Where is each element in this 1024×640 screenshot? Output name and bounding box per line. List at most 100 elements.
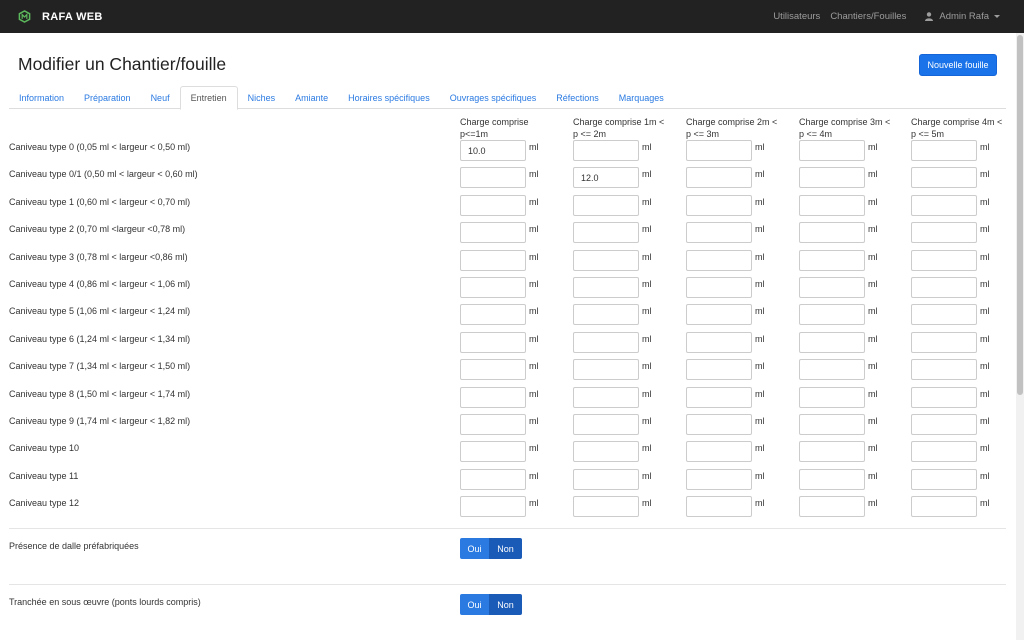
quantity-input[interactable]: [573, 332, 639, 353]
quantity-input[interactable]: [686, 441, 752, 462]
quantity-input[interactable]: [573, 277, 639, 298]
non-button[interactable]: Non: [489, 594, 522, 615]
tab-r-fections[interactable]: Réfections: [546, 86, 609, 109]
user-menu[interactable]: Admin Rafa: [925, 11, 1000, 22]
quantity-input[interactable]: [799, 167, 865, 188]
quantity-input[interactable]: [799, 332, 865, 353]
row-label: Caniveau type 10: [9, 443, 80, 453]
quantity-input[interactable]: [460, 496, 526, 517]
quantity-input[interactable]: [460, 167, 526, 188]
quantity-input[interactable]: [799, 277, 865, 298]
quantity-input[interactable]: [799, 441, 865, 462]
tab-information[interactable]: Information: [9, 86, 74, 109]
quantity-input[interactable]: [573, 195, 639, 216]
section-divider: [9, 528, 1006, 529]
quantity-input[interactable]: [686, 496, 752, 517]
brand[interactable]: RAFA WEB: [18, 10, 103, 23]
scrollbar-thumb[interactable]: [1017, 35, 1023, 395]
quantity-input[interactable]: [911, 304, 977, 325]
unit-label: ml: [529, 471, 539, 481]
quantity-input[interactable]: [573, 222, 639, 243]
quantity-input[interactable]: [686, 359, 752, 380]
quantity-input[interactable]: [573, 469, 639, 490]
tab-niches[interactable]: Niches: [238, 86, 286, 109]
quantity-input[interactable]: [799, 304, 865, 325]
new-fouille-button[interactable]: Nouvelle fouille: [919, 54, 997, 76]
quantity-input[interactable]: [799, 195, 865, 216]
unit-label: ml: [529, 443, 539, 453]
nav-link-utilisateurs[interactable]: Utilisateurs: [773, 11, 820, 22]
quantity-input[interactable]: [799, 250, 865, 271]
quantity-input[interactable]: [573, 414, 639, 435]
quantity-input[interactable]: [573, 250, 639, 271]
quantity-input[interactable]: [686, 469, 752, 490]
quantity-input[interactable]: [686, 140, 752, 161]
quantity-input[interactable]: [460, 414, 526, 435]
quantity-input[interactable]: [911, 167, 977, 188]
quantity-input[interactable]: [911, 250, 977, 271]
column-header-line2: p <= 5m: [911, 129, 945, 139]
quantity-input[interactable]: [460, 332, 526, 353]
quantity-input[interactable]: [460, 387, 526, 408]
quantity-input[interactable]: [460, 222, 526, 243]
quantity-input[interactable]: [911, 496, 977, 517]
quantity-input[interactable]: [686, 387, 752, 408]
non-button[interactable]: Non: [489, 538, 522, 559]
oui-button[interactable]: Oui: [460, 594, 489, 615]
tab-marquages[interactable]: Marquages: [609, 86, 674, 109]
quantity-input[interactable]: [911, 332, 977, 353]
unit-label: ml: [529, 498, 539, 508]
quantity-input[interactable]: [460, 250, 526, 271]
quantity-input[interactable]: [799, 414, 865, 435]
quantity-input[interactable]: [686, 167, 752, 188]
quantity-input[interactable]: [686, 277, 752, 298]
tab-horaires-sp-cifiques[interactable]: Horaires spécifiques: [338, 86, 440, 109]
quantity-input[interactable]: [911, 277, 977, 298]
nav-link-chantiers[interactable]: Chantiers/Fouilles: [830, 11, 906, 22]
quantity-input[interactable]: [573, 140, 639, 161]
quantity-input[interactable]: [460, 277, 526, 298]
quantity-input[interactable]: [573, 304, 639, 325]
quantity-input[interactable]: [911, 387, 977, 408]
quantity-input[interactable]: [799, 469, 865, 490]
tab-neuf[interactable]: Neuf: [141, 86, 180, 109]
page-scrollbar[interactable]: [1016, 33, 1024, 640]
quantity-input[interactable]: [686, 332, 752, 353]
quantity-input[interactable]: [799, 359, 865, 380]
quantity-input[interactable]: [799, 140, 865, 161]
oui-button[interactable]: Oui: [460, 538, 489, 559]
quantity-input[interactable]: [686, 222, 752, 243]
quantity-input[interactable]: [573, 441, 639, 462]
quantity-input[interactable]: [686, 250, 752, 271]
tab-ouvrages-sp-cifiques[interactable]: Ouvrages spécifiques: [440, 86, 547, 109]
quantity-input[interactable]: [911, 195, 977, 216]
quantity-input[interactable]: [460, 359, 526, 380]
quantity-input[interactable]: [799, 222, 865, 243]
quantity-input[interactable]: [686, 304, 752, 325]
quantity-input[interactable]: [573, 387, 639, 408]
row-label: Caniveau type 0/1 (0,50 ml < largeur < 0…: [9, 169, 198, 179]
quantity-input[interactable]: [911, 469, 977, 490]
quantity-input[interactable]: [799, 496, 865, 517]
quantity-input[interactable]: [573, 359, 639, 380]
quantity-input[interactable]: [686, 414, 752, 435]
tab-amiante[interactable]: Amiante: [285, 86, 338, 109]
quantity-input[interactable]: [460, 469, 526, 490]
quantity-input[interactable]: [460, 441, 526, 462]
tab-entretien[interactable]: Entretien: [179, 86, 238, 110]
section-divider: [9, 584, 1006, 585]
quantity-input[interactable]: [911, 359, 977, 380]
quantity-input[interactable]: [573, 496, 639, 517]
unit-label: ml: [642, 224, 652, 234]
quantity-input[interactable]: [911, 222, 977, 243]
quantity-input[interactable]: [799, 387, 865, 408]
quantity-input[interactable]: [460, 304, 526, 325]
quantity-input[interactable]: [686, 195, 752, 216]
quantity-input[interactable]: [911, 140, 977, 161]
tab-pr-paration[interactable]: Préparation: [74, 86, 141, 109]
quantity-input[interactable]: [460, 195, 526, 216]
quantity-input[interactable]: [911, 414, 977, 435]
quantity-input[interactable]: [911, 441, 977, 462]
quantity-input[interactable]: [573, 167, 639, 188]
quantity-input[interactable]: [460, 140, 526, 161]
